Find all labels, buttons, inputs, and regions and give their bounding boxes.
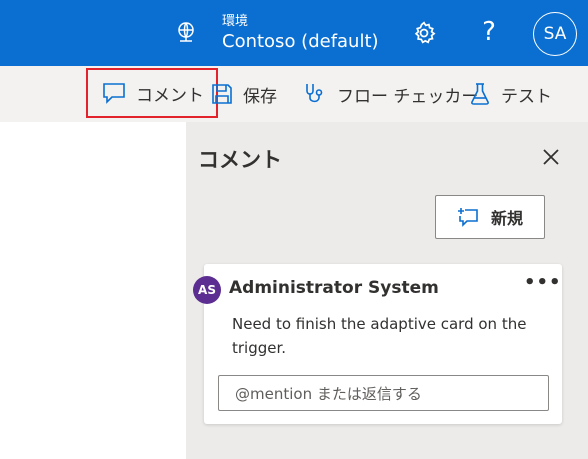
test-button[interactable]: テスト — [469, 66, 552, 122]
more-icon[interactable]: ••• — [524, 274, 562, 292]
comment-card: AS Administrator System ••• Need to fini… — [193, 264, 562, 424]
flask-icon — [471, 83, 489, 105]
environment-label: 環境 — [222, 14, 249, 29]
comment-body: Need to finish the adaptive card on the … — [232, 315, 527, 357]
panel-title: コメント — [198, 148, 282, 172]
user-avatar[interactable]: SA — [533, 12, 577, 56]
globe-icon[interactable] — [174, 20, 198, 44]
gear-icon[interactable] — [411, 20, 437, 46]
reply-input[interactable]: @mention または返信する — [218, 375, 549, 411]
author-avatar: AS — [193, 276, 221, 304]
designer-canvas — [0, 122, 186, 459]
help-icon[interactable]: ? — [476, 14, 502, 50]
comment-icon — [103, 83, 125, 104]
environment-name[interactable]: Contoso (default) — [222, 31, 379, 52]
comment-button-label: コメント — [136, 85, 204, 106]
test-button-label: テスト — [501, 86, 552, 107]
new-comment-label: 新規 — [490, 209, 523, 228]
comment-author: Administrator System — [229, 278, 439, 298]
comments-panel: コメント 新規 AS Administrator System ••• Need… — [186, 122, 588, 459]
top-header: 環境 Contoso (default) ? SA — [0, 0, 588, 66]
save-icon — [212, 84, 232, 104]
close-icon[interactable] — [541, 147, 561, 167]
save-button[interactable]: 保存 — [211, 66, 277, 122]
new-comment-icon — [457, 208, 478, 227]
flow-checker-label: フロー チェッカー — [337, 86, 479, 107]
new-comment-button[interactable]: 新規 — [435, 195, 545, 239]
comment-button[interactable]: コメント — [86, 68, 218, 118]
save-button-label: 保存 — [243, 86, 277, 107]
flow-checker-button[interactable]: フロー チェッカー — [303, 66, 478, 122]
stethoscope-icon — [306, 84, 323, 103]
command-bar: コメント 保存 フロー チェッカー テスト — [0, 66, 588, 122]
reply-placeholder: @mention または返信する — [235, 385, 422, 403]
